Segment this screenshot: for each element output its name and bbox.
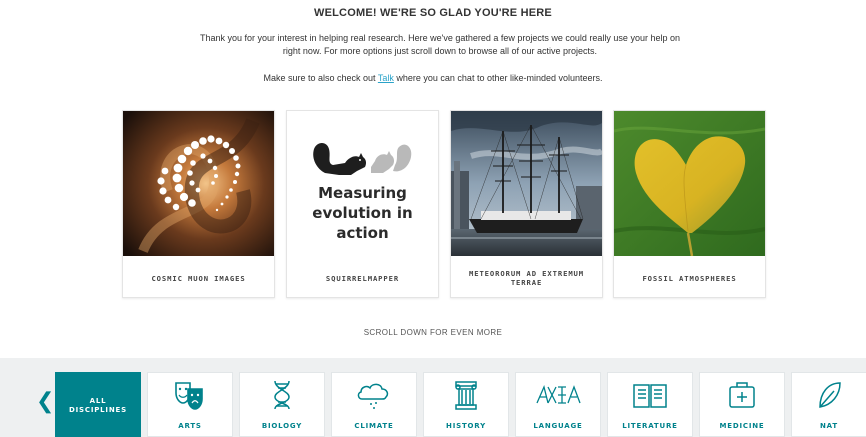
theater-masks-icon <box>175 382 203 410</box>
project-name: FOSSIL ATMOSPHERES <box>642 273 737 283</box>
discipline-label: MEDICINE <box>719 422 765 430</box>
discipline-medicine[interactable]: MEDICINE <box>699 372 785 437</box>
chevron-left-icon[interactable]: ❮ <box>36 390 54 412</box>
discipline-label: LITERATURE <box>622 422 678 430</box>
discipline-all[interactable]: ALL DISCIPLINES <box>55 372 141 437</box>
talk-link[interactable]: Talk <box>378 73 394 83</box>
project-card-squirrelmapper[interactable]: Measuring evolution in action SQUIRRELMA… <box>286 110 439 298</box>
project-name: METEORORUM AD EXTREMUM TERRAE <box>469 269 584 287</box>
discipline-arts[interactable]: ARTS <box>147 372 233 437</box>
tagline-line-2: evolution in <box>312 204 413 222</box>
scroll-down-hint: SCROLL DOWN FOR EVEN MORE <box>363 328 503 337</box>
leaf-icon <box>819 382 841 408</box>
intro-text: Thank you for your interest in helping r… <box>200 33 680 56</box>
discipline-label-line-1: ALL <box>89 397 107 405</box>
gray-squirrel-icon <box>371 144 412 173</box>
tagline-line-3: action <box>336 224 389 242</box>
script-icon <box>536 384 581 404</box>
project-name: SQUIRRELMAPPER <box>325 273 400 283</box>
project-card-fossil-atmospheres[interactable]: FOSSIL ATMOSPHERES <box>613 110 766 298</box>
discipline-label: ARTS <box>178 422 202 430</box>
tagline-line-1: Measuring <box>318 184 407 202</box>
discipline-biology[interactable]: BIOLOGY <box>239 372 325 437</box>
ginkgo-leaf-image <box>614 111 765 256</box>
squirrelmapper-image: Measuring evolution in action <box>287 111 438 256</box>
dna-icon <box>274 380 290 410</box>
talk-suffix: where you can chat to other like-minded … <box>393 73 603 83</box>
black-squirrel-icon <box>313 143 367 175</box>
discipline-label: LANGUAGE <box>533 422 583 430</box>
project-name: COSMIC MUON IMAGES <box>151 273 246 283</box>
discipline-label: BIOLOGY <box>261 422 303 430</box>
squirrelmapper-tagline: Measuring evolution in action <box>287 183 438 243</box>
project-card-meteororum[interactable]: METEORORUM AD EXTREMUM TERRAE <box>450 110 603 298</box>
discipline-literature[interactable]: LITERATURE <box>607 372 693 437</box>
discipline-language[interactable]: LANGUAGE <box>515 372 601 437</box>
discipline-label: CLIMATE <box>354 422 394 430</box>
cosmic-muon-image <box>123 111 274 256</box>
welcome-title: WELCOME! WE'RE SO GLAD YOU'RE HERE <box>314 7 552 19</box>
discipline-label-line-2: DISCIPLINES <box>69 406 127 414</box>
talk-prefix: Make sure to also check out <box>263 73 378 83</box>
discipline-label: ALL DISCIPLINES <box>56 397 140 415</box>
rain-cloud-icon <box>357 383 389 409</box>
discipline-label: HISTORY <box>446 422 486 430</box>
medical-kit-icon <box>729 382 755 408</box>
column-icon <box>455 381 477 410</box>
discipline-label: NAT <box>820 422 838 430</box>
project-card-cosmic-muon[interactable]: COSMIC MUON IMAGES <box>122 110 275 298</box>
open-book-icon <box>633 384 667 408</box>
discipline-history[interactable]: HISTORY <box>423 372 509 437</box>
discipline-nature[interactable]: NAT <box>791 372 866 437</box>
discipline-climate[interactable]: CLIMATE <box>331 372 417 437</box>
sailing-ship-image <box>451 111 602 256</box>
talk-line: Make sure to also check out Talk where y… <box>0 73 866 83</box>
